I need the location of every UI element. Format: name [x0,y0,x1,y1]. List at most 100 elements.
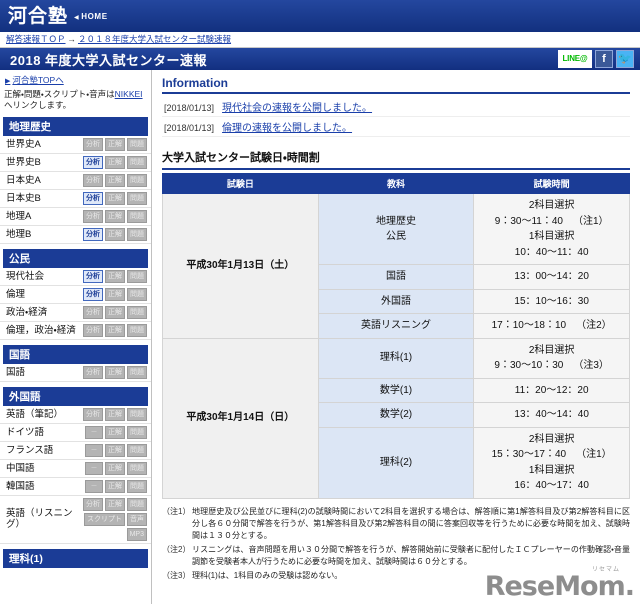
home-link[interactable]: ◀ HOME [74,12,108,21]
site-logo[interactable]: 河合塾 [8,6,68,26]
sidebar-button-group: 分析 正解 問題 [83,173,147,187]
sidebar-action-button[interactable]: 正解 [105,137,125,151]
information-item-link[interactable]: 現代社会の速報を公開しました。 [222,99,372,114]
sidebar-button-group: 分析 正解 問題 スクリプト 音声 MP3 [73,497,147,541]
sidebar-action-button[interactable]: 分析 [83,137,103,151]
sidebar-action-button[interactable]: 正解 [105,227,125,241]
sidebar-action-button[interactable]: 正解 [105,287,125,301]
sidebar-action-button[interactable]: 問題 [127,479,147,493]
footnote-label: （注2） [162,544,191,554]
schedule-notes: （注1） 地理歴史及び公民並びに理科(2)の試験時間において2科目を選択する場合は… [162,506,630,582]
time-line: 2科目選択 [528,200,575,211]
line-icon[interactable]: LINE@ [558,50,592,68]
page-title-bar: 2018 年度大学入試センター速報 LINE@ f 🐦 [0,48,640,70]
sidebar-action-button[interactable]: 分析 [83,287,103,301]
sidebar-note-after: へリンクします。 [4,100,72,111]
sidebar-action-button[interactable]: 正解 [105,191,125,205]
sidebar-action-button[interactable]: 問題 [127,365,147,379]
sidebar-subject-label: フランス語 [6,444,54,456]
time-cell: 11：20〜12：20 [473,377,630,403]
sidebar-button-group: －正解 問題 [85,443,147,457]
sidebar-action-button[interactable]: 正解 [105,497,125,511]
facebook-icon[interactable]: f [595,50,613,68]
sidebar-action-button[interactable]: 正解 [105,425,125,439]
schedule-table: 試験日 教科 試験時間 平成30年1月13日（土） 地理歴史 公民 2科目選択 9：3… [162,173,630,499]
sidebar-action-button[interactable]: 分析 [83,365,103,379]
sidebar-subject-row: 倫理，政治・経済 分析 正解 問題 [0,322,151,340]
sidebar-action-button[interactable]: 分析 [83,305,103,319]
sidebar-action-button[interactable]: 問題 [127,155,147,169]
sidebar-action-button[interactable]: 問題 [127,227,147,241]
sidebar-action-button[interactable]: 問題 [127,407,147,421]
sidebar-action-button[interactable]: 問題 [127,173,147,187]
schedule-table-body: 平成30年1月13日（土） 地理歴史 公民 2科目選択 9：30〜11：40 （注1） 1… [162,193,630,499]
sidebar-subject-row: 倫理 分析 正解 問題 [0,286,151,304]
sidebar-action-button[interactable]: 正解 [105,155,125,169]
sidebar-group-heading: 理科(1) [3,548,148,568]
sidebar-action-button[interactable]: 分析 [83,497,103,511]
subject-cell: 英語リスニング [317,313,475,339]
sidebar-action-button[interactable]: 分析 [83,227,103,241]
sidebar-action-button[interactable]: 正解 [105,443,125,457]
column-header-time: 試験時間 [473,173,630,194]
sidebar-action-button[interactable]: 分析 [83,155,103,169]
sidebar-action-button[interactable]: 問題 [127,191,147,205]
time-line: 1科目選択 [528,231,575,242]
sidebar-action-button[interactable]: 問題 [127,461,147,475]
sidebar-action-button[interactable]: 分析 [83,173,103,187]
sidebar-action-button[interactable]: 問題 [127,137,147,151]
sidebar-action-button[interactable]: 問題 [127,305,147,319]
sidebar-action-button[interactable]: 正解 [105,407,125,421]
sidebar-action-button[interactable]: MP3 [126,527,147,541]
subject-cell: 国語 [317,264,475,290]
breadcrumb-item-1[interactable]: ２０１８年度大学入試センター試験速報 [78,34,231,44]
sidebar-action-button[interactable]: 正解 [105,209,125,223]
sidebar-action-button[interactable]: 問題 [127,425,147,439]
twitter-icon[interactable]: 🐦 [616,50,634,68]
sidebar-subject-row: 英語（リスニング） 分析 正解 問題 スクリプト 音声 MP3 [0,496,151,544]
sidebar-action-button[interactable]: 正解 [105,479,125,493]
schedule-header-row: 試験日 教科 試験時間 [162,173,630,194]
sidebar-action-button[interactable]: 問題 [127,209,147,223]
sidebar-action-button[interactable]: 分析 [83,407,103,421]
nikkei-link[interactable]: NIKKEI [115,89,143,99]
sidebar-subject-row: 日本史B 分析 正解 問題 [0,190,151,208]
sidebar-subject-row: フランス語 －正解 問題 [0,442,151,460]
sidebar-subject-label: 現代社会 [6,270,45,282]
sidebar-button-group: 分析 正解 問題 [83,209,147,223]
sidebar-action-button[interactable]: 分析 [83,209,103,223]
sidebar-action-button[interactable]: 問題 [127,287,147,301]
sidebar-action-button[interactable]: 正解 [105,269,125,283]
footnote-label: （注3） [162,570,191,580]
sidebar-action-button[interactable]: 問題 [127,497,147,511]
sidebar-action-button[interactable]: 正解 [105,173,125,187]
sidebar-subject-label: 倫理，政治・経済 [6,324,76,336]
breadcrumb-item-0[interactable]: 解答速報ＴＯＰ [6,34,66,44]
sidebar-action-button[interactable]: 音声 [127,512,147,526]
time-line: 15：30〜17：40 （注1） [491,449,612,460]
sidebar-action-button[interactable]: 正解 [105,305,125,319]
footnote-text: リスニングは、音声問題を用い３０分間で解答を行うが、解答開始前に受験者に配付した… [192,544,630,566]
sidebar-subject-label: 英語（リスニング） [6,508,73,531]
sidebar-button-group: －正解 問題 [85,479,147,493]
sidebar-action-button[interactable]: 問題 [127,443,147,457]
information-item-link[interactable]: 倫理の速報を公開しました。 [222,119,352,134]
sidebar-button-group: 分析 正解 問題 [83,407,147,421]
sidebar-action-button[interactable]: 分析 [83,323,103,337]
social-links: LINE@ f 🐦 [558,50,634,68]
sidebar-subject-label: ドイツ語 [6,426,45,438]
sidebar-action-button[interactable]: 分析 [83,269,103,283]
sidebar-action-button[interactable]: 正解 [105,365,125,379]
sidebar-action-button[interactable]: 問題 [127,269,147,283]
sidebar-action-button[interactable]: スクリプト [84,512,125,526]
sidebar-group-heading: 国語 [3,344,148,364]
sidebar-action-button[interactable]: 分析 [83,191,103,205]
sidebar-action-button[interactable]: 問題 [127,323,147,337]
sidebar-action-button: － [85,461,103,475]
sidebar-top-link[interactable]: ▶ 河合塾TOPへ [5,75,64,85]
sidebar-action-button[interactable]: 正解 [105,323,125,337]
time-cell: 17：10〜18：10 （注2） [473,313,630,339]
sidebar-action-button[interactable]: 正解 [105,461,125,475]
footnote-text: 理科(1)は、1科目のみの受験は認めない。 [192,570,343,580]
sidebar-subject-label: 中国語 [6,462,35,474]
